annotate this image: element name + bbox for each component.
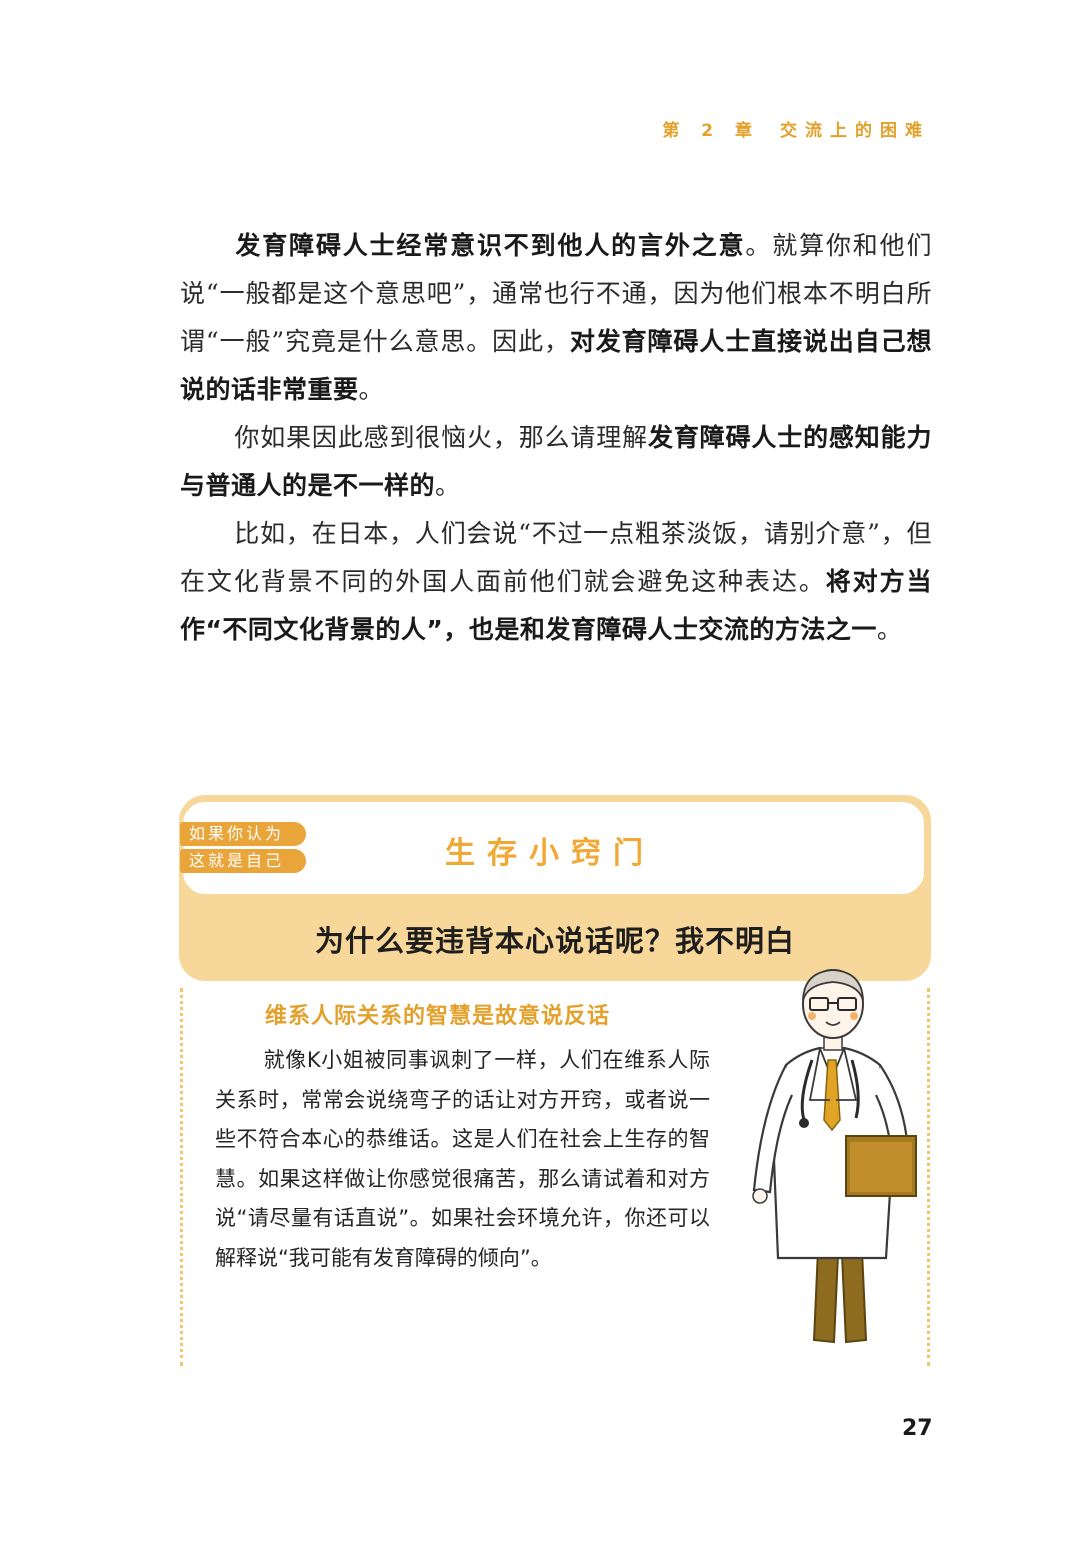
tag-line-2: 这就是自己 (180, 849, 306, 873)
p3-text-2: 。 (876, 615, 903, 644)
tips-question: 为什么要违背本心说话呢？我不明白 (314, 924, 795, 958)
p2-text-2: 。 (435, 471, 461, 500)
tips-box-title: 生存小窍门 (445, 836, 655, 871)
p2-text-1: 你如果因此感到很恼火，那么请理解 (234, 423, 648, 452)
paragraph-1: 发育障碍人士经常意识不到他人的言外之意。就算你和他们说“一般都是这个意思吧”，通… (180, 222, 932, 414)
paragraph-2: 你如果因此感到很恼火，那么请理解发育障碍人士的感知能力与普通人的是不一样的。 (180, 414, 932, 510)
answer-title: 维系人际关系的智慧是故意说反话 (265, 1004, 611, 1029)
chapter-title: 交流上的困难 (780, 121, 930, 141)
dotted-border-right (927, 988, 930, 1366)
answer-body: 就像K小姐被同事讽刺了一样，人们在维系人际关系时，常常会说绕弯子的话让对方开窍，… (215, 1048, 710, 1270)
p3-text-1: 比如，在日本，人们会说“不过一点粗茶淡饭，请别介意”，但在文化背景不同的外国人面… (180, 519, 932, 596)
p1-text-2: 。 (358, 375, 385, 404)
answer-text: 就像K小姐被同事讽刺了一样，人们在维系人际关系时，常常会说绕弯子的话让对方开窍，… (215, 1041, 710, 1278)
page-number: 27 (902, 1416, 933, 1441)
doctor-illustration (752, 969, 917, 1344)
chapter-number: 第 2 章 (662, 121, 760, 141)
p1-bold-1: 发育障碍人士经常意识不到他人的言外之意 (234, 231, 746, 260)
tag-line-1: 如果你认为 (180, 822, 306, 846)
chapter-header: 第 2 章交流上的困难 (662, 116, 930, 141)
dotted-border-left (180, 988, 183, 1366)
paragraph-3: 比如，在日本，人们会说“不过一点粗茶淡饭，请别介意”，但在文化背景不同的外国人面… (180, 510, 932, 654)
